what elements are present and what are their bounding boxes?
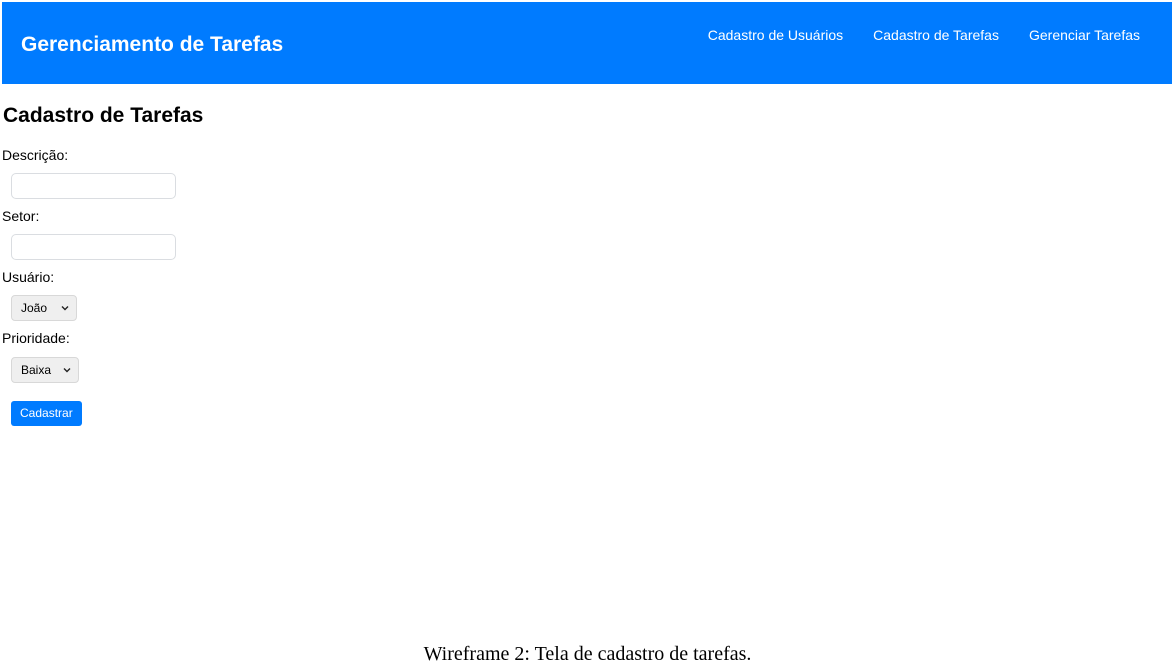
usuario-select[interactable]: João: [11, 295, 77, 321]
prioridade-select-value: Baixa: [21, 363, 52, 377]
usuario-select-value: João: [21, 301, 48, 315]
top-navbar: Gerenciamento de Tarefas Cadastro de Usu…: [2, 2, 1172, 84]
cadastrar-button[interactable]: Cadastrar: [11, 401, 82, 426]
prioridade-label: Prioridade:: [2, 330, 70, 346]
figure-caption: Wireframe 2: Tela de cadastro de tarefas…: [423, 643, 752, 665]
nav-link-gerenciar-tarefas[interactable]: Gerenciar Tarefas: [1029, 26, 1140, 44]
descricao-input[interactable]: [11, 173, 176, 199]
chevron-down-icon: [63, 368, 71, 373]
page-title: Cadastro de Tarefas: [3, 104, 204, 127]
prioridade-select[interactable]: Baixa: [11, 357, 79, 383]
nav-link-cadastro-usuarios[interactable]: Cadastro de Usuários: [708, 26, 843, 44]
nav-link-cadastro-tarefas[interactable]: Cadastro de Tarefas: [873, 26, 999, 44]
chevron-down-icon: [61, 306, 69, 311]
setor-input[interactable]: [11, 234, 176, 260]
usuario-label: Usuário:: [2, 269, 55, 285]
brand-title: Gerenciamento de Tarefas: [21, 33, 284, 56]
wireframe-frame: Gerenciamento de Tarefas Cadastro de Usu…: [0, 0, 1175, 666]
setor-label: Setor:: [2, 208, 40, 224]
nav-links: Cadastro de Usuários Cadastro de Tarefas…: [708, 26, 1140, 44]
descricao-label: Descrição:: [2, 147, 69, 163]
